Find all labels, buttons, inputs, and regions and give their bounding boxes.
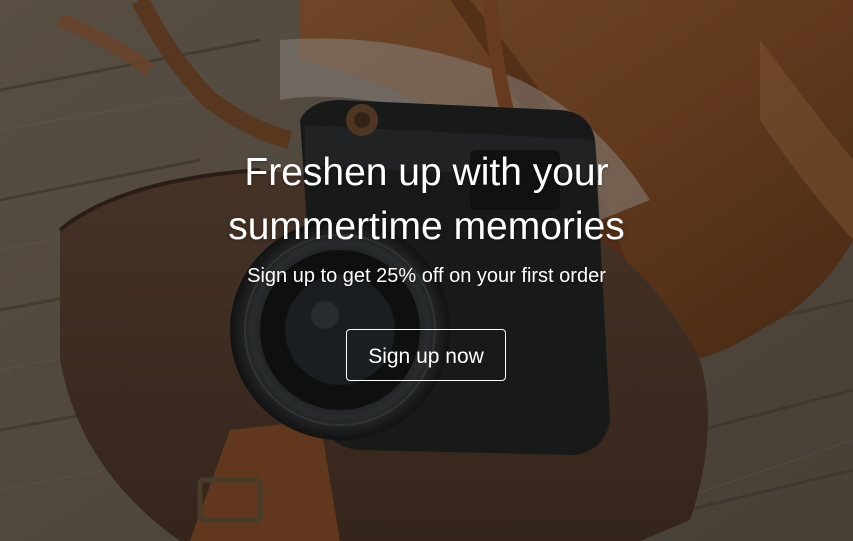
- sign-up-button[interactable]: Sign up now: [346, 329, 506, 381]
- headline-line-2: summertime memories: [228, 205, 625, 248]
- hero-subheadline: Sign up to get 25% off on your first ord…: [247, 265, 606, 287]
- hero-content: Freshen up with your summertime memories…: [0, 0, 853, 541]
- headline-line-1: Freshen up with your: [244, 151, 609, 194]
- hero-banner: Freshen up with your summertime memories…: [0, 0, 853, 541]
- hero-headline: Freshen up with your summertime memories: [0, 146, 853, 254]
